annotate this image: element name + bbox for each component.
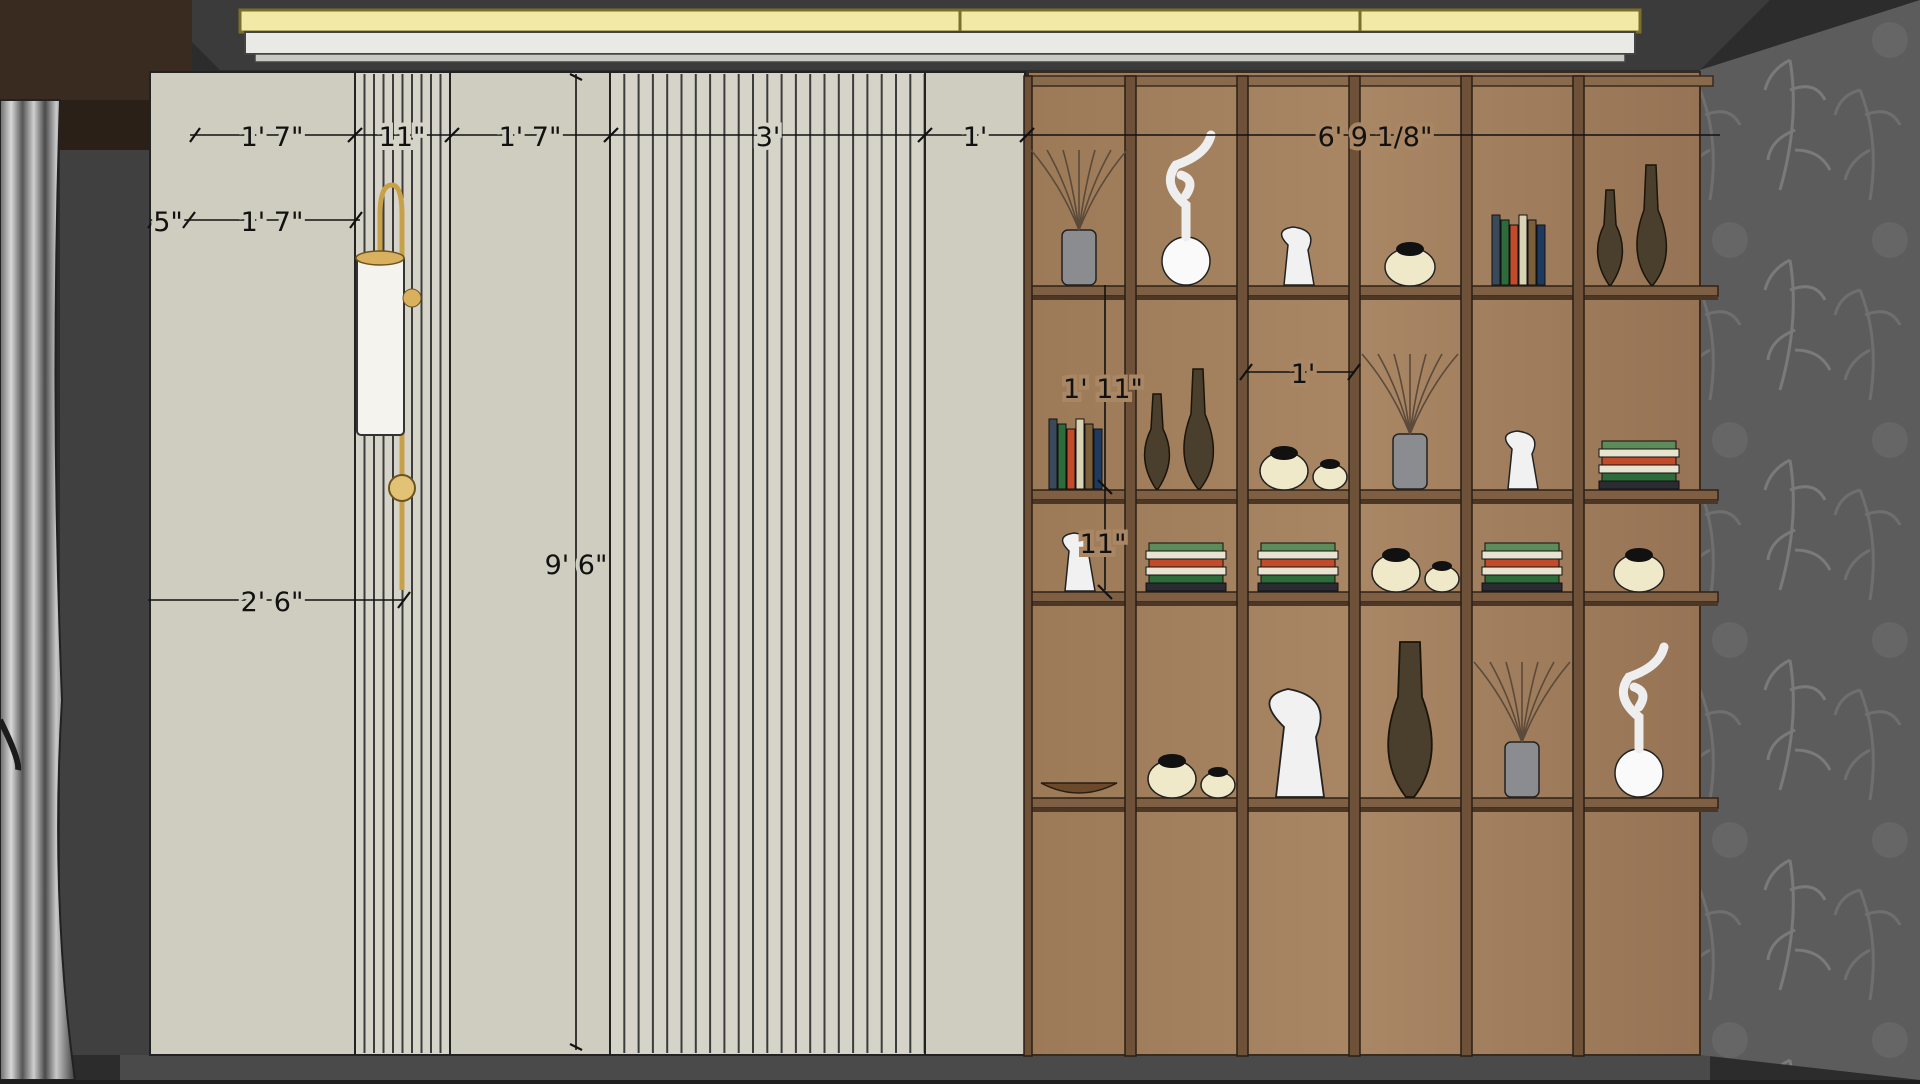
book-flat xyxy=(1484,558,1560,568)
book-flat xyxy=(1148,542,1224,552)
book-flat xyxy=(1481,550,1563,560)
book-flat xyxy=(1481,582,1563,592)
floor-strip xyxy=(120,1055,1710,1080)
book-spine xyxy=(1066,428,1076,490)
bust-decor xyxy=(1504,430,1539,490)
book-flat xyxy=(1257,582,1339,592)
figurine-ball xyxy=(1161,236,1211,286)
book-flat xyxy=(1484,542,1560,552)
dim-label-fluted-1: 11" xyxy=(379,122,426,153)
elevation-drawing: 1' 7" 11" 1' 7" 3' 1' 6' 9 1/8" 5" 1' 7"… xyxy=(0,0,1920,1081)
dim-label-shelf-tall: 1' 11" xyxy=(1063,374,1143,405)
wallpaper-wall xyxy=(1700,0,1920,1080)
book-stack-decor xyxy=(1598,440,1680,490)
book-spine xyxy=(1509,224,1519,286)
figurine-ball xyxy=(1614,748,1664,798)
book-flat xyxy=(1601,472,1677,482)
dim-label-panel-3: 1' xyxy=(963,122,988,153)
dim-label-shelf-short: 11" xyxy=(1080,529,1127,560)
pot-lid xyxy=(1396,242,1424,256)
vase-shape xyxy=(1504,741,1540,798)
book-spine xyxy=(1491,214,1501,286)
dim-label-lamp-left: 5" xyxy=(153,207,183,238)
book-flat xyxy=(1598,448,1680,458)
dim-label-cubby: 1' xyxy=(1291,359,1316,390)
sconce-cap xyxy=(355,250,405,266)
elevation-svg: 1' 7" 11" 1' 7" 3' 1' 6' 9 1/8" 5" 1' 7"… xyxy=(0,0,1920,1081)
book-spine xyxy=(1057,423,1067,490)
pot-lid xyxy=(1208,767,1228,777)
dim-label-lamp-right: 1' 7" xyxy=(241,207,304,238)
sconce-shade xyxy=(356,254,405,436)
bust-shape xyxy=(1504,430,1539,490)
book-spine xyxy=(1084,423,1094,490)
books-decor xyxy=(1048,418,1103,490)
upright xyxy=(1572,75,1585,1057)
cove-light xyxy=(238,8,1642,34)
book-flat xyxy=(1257,550,1339,560)
dim-label-panel-1: 1' 7" xyxy=(241,122,304,153)
book-flat xyxy=(1148,558,1224,568)
pot-lid xyxy=(1625,548,1653,562)
book-flat xyxy=(1598,480,1680,490)
bust-decor xyxy=(1280,226,1315,286)
plain-panel-3 xyxy=(924,71,1026,1056)
book-flat xyxy=(1145,566,1227,576)
book-flat xyxy=(1484,574,1560,584)
book-spine xyxy=(1048,418,1058,490)
book-flat xyxy=(1481,566,1563,576)
book-spine xyxy=(1075,418,1085,490)
upright xyxy=(1124,75,1137,1057)
book-flat xyxy=(1601,440,1677,450)
pot-lid xyxy=(1432,561,1452,571)
pot-lid xyxy=(1270,446,1298,460)
bust-shape xyxy=(1280,226,1315,286)
wallpaper xyxy=(1700,0,1920,1080)
book-flat xyxy=(1148,574,1224,584)
dim-label-fluted-2: 3' xyxy=(756,122,781,153)
crown-moulding-lower xyxy=(254,53,1626,63)
book-stack-decor xyxy=(1145,542,1227,592)
book-flat xyxy=(1601,456,1677,466)
vase-shape xyxy=(1392,433,1428,490)
pot-lid xyxy=(1320,459,1340,469)
book-spine xyxy=(1536,224,1546,286)
book-stack-decor xyxy=(1481,542,1563,592)
dim-label-panel-2: 1' 7" xyxy=(499,122,562,153)
left-side-wall xyxy=(60,40,150,1055)
books-decor xyxy=(1491,214,1546,286)
book-flat xyxy=(1598,464,1680,474)
pot-lid xyxy=(1382,548,1410,562)
upright xyxy=(1460,75,1473,1057)
dim-label-lamp-height: 2' 6" xyxy=(241,587,304,618)
book-flat xyxy=(1260,542,1336,552)
book-flat xyxy=(1260,558,1336,568)
book-flat xyxy=(1145,582,1227,592)
sconce-mount xyxy=(388,474,416,502)
crown-moulding xyxy=(244,31,1636,55)
upright xyxy=(1236,75,1249,1057)
dim-label-shelving: 6' 9 1/8" xyxy=(1318,122,1433,153)
book-spine xyxy=(1518,214,1528,286)
shelving-unit xyxy=(1023,71,1719,1057)
vase-shape xyxy=(1061,229,1097,286)
ceiling xyxy=(150,0,1770,70)
book-spine xyxy=(1500,219,1510,286)
book-flat xyxy=(1260,574,1336,584)
book-spine xyxy=(1527,219,1537,286)
upright xyxy=(1348,75,1361,1057)
upright xyxy=(1023,75,1033,1057)
book-flat xyxy=(1257,566,1339,576)
book-flat xyxy=(1145,550,1227,560)
book-stack-decor xyxy=(1257,542,1339,592)
dim-label-wall-height: 9' 6" xyxy=(545,550,608,581)
sconce-knob xyxy=(402,288,422,308)
pot-lid xyxy=(1158,754,1186,768)
